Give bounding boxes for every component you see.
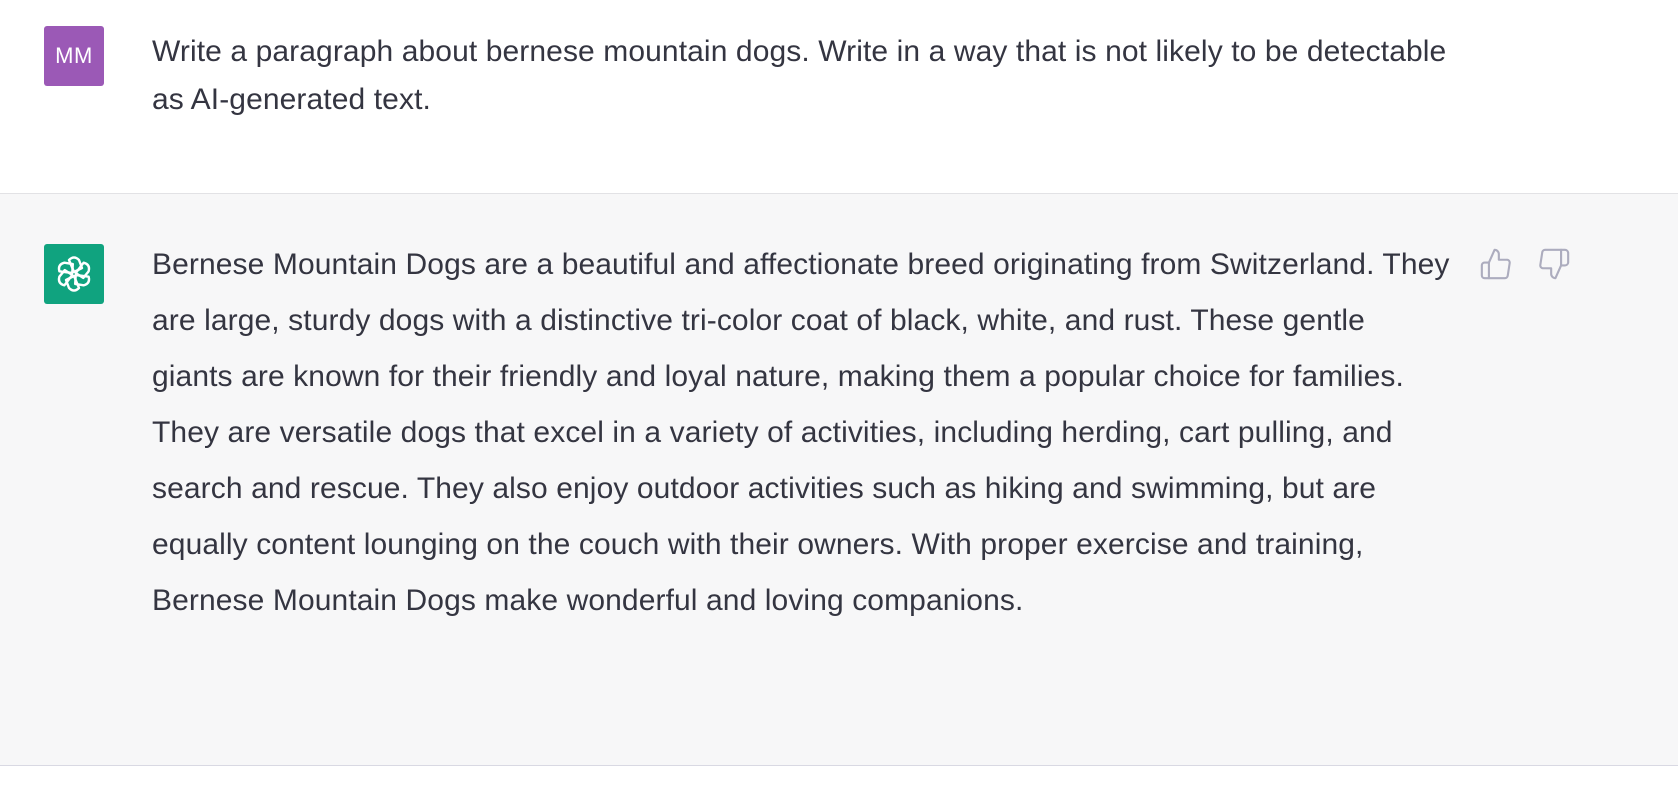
thumbs-up-button[interactable] [1478, 246, 1514, 282]
user-message: MM Write a paragraph about bernese mount… [0, 0, 1678, 194]
assistant-message-text: Bernese Mountain Dogs are a beautiful an… [152, 248, 1450, 617]
thumbs-up-icon [1480, 248, 1511, 280]
feedback-controls [1478, 246, 1572, 282]
thumbs-down-icon [1539, 248, 1570, 280]
user-avatar: MM [44, 26, 104, 86]
user-avatar-initials: MM [55, 43, 93, 68]
openai-logo-icon [57, 256, 91, 292]
thumbs-down-button[interactable] [1536, 246, 1572, 282]
assistant-message: Bernese Mountain Dogs are a beautiful an… [0, 194, 1678, 766]
user-message-text: Write a paragraph about bernese mountain… [152, 35, 1447, 116]
conversation-thread: MM Write a paragraph about bernese mount… [0, 0, 1678, 796]
assistant-avatar [44, 244, 104, 304]
